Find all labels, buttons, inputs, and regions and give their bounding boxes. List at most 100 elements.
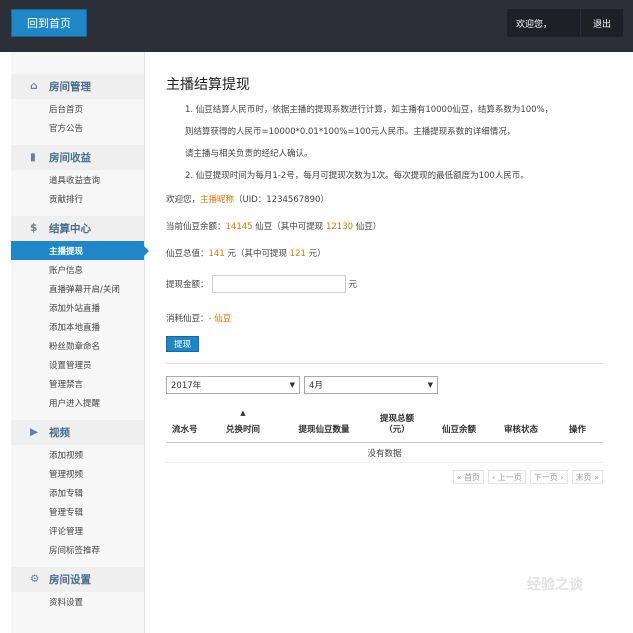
sidebar-item[interactable]: 账户信息 (11, 260, 144, 279)
sidebar-item[interactable]: 主播提现 (11, 241, 149, 260)
notes: 1. 仙豆结算人民币时，依据主播的提现系数进行计算，如主播有10000仙豆，结算… (185, 99, 606, 187)
balance-value: 14145 (225, 222, 253, 232)
home-icon: ⌂ (30, 79, 38, 92)
app-root: 回到首页 欢迎您， 退出 ⌂ 房间管理后台首页 官方公告 ▮ 房间收益道具收益查询 贡献排… (0, 0, 633, 633)
note-line: 2. 仙豆提现时间为每月1-2号，每月可提现次数为1次。每次提现的最低额度为10… (185, 171, 529, 181)
next-page-button[interactable]: 下一页 › (529, 470, 568, 484)
welcome-line: 欢迎您，主播昵称（UID：1234567890） (166, 187, 606, 214)
sidebar-section-title: 房间管理 (49, 81, 91, 93)
withdraw-table: 流水号 ▲ 兑换时间 提现仙豆数量 提现总额 （元） 仙豆余额 审核状态 操作 没… (166, 408, 603, 463)
sidebar-item[interactable]: 道具收益查询 (11, 170, 144, 189)
welcome-prefix: 欢迎您， (166, 195, 201, 205)
sidebar-item[interactable]: 管理视频 (11, 464, 144, 483)
video-icon: ▶ (30, 425, 39, 438)
consume-value: - 仙豆 (208, 314, 232, 324)
note-line: 请主播与相关负责的经纪人确认。 (185, 149, 313, 159)
sidebar-section-header[interactable]: ▮ 房间收益 (11, 145, 144, 170)
amount-label: 提现金额： (166, 280, 209, 290)
sidebar-section-title: 视频 (49, 427, 70, 439)
sidebar-item[interactable]: 管理专辑 (11, 502, 144, 521)
sidebar-item[interactable]: 设置管理员 (11, 355, 144, 374)
col-action[interactable]: 操作 (552, 408, 603, 443)
last-page-button[interactable]: 末页 » (571, 470, 603, 484)
gear-icon: ⚙ (30, 572, 40, 585)
sidebar-item[interactable]: 用户进入提醒 (11, 393, 144, 412)
col-serial[interactable]: 流水号 (166, 408, 204, 443)
note-line: 1. 仙豆结算人民币时，依据主播的提现系数进行计算，如主播有10000仙豆，结算… (185, 105, 554, 115)
pager: « 首页 ‹ 上一页 下一页 › 末页 » (166, 470, 603, 484)
sidebar-item[interactable]: 粉丝勋章命名 (11, 336, 144, 355)
bar-chart-icon: ▮ (30, 150, 36, 163)
sidebar-item[interactable]: 添加外站直播 (11, 298, 144, 317)
amount-input[interactable] (211, 275, 346, 293)
balance-line: 当前仙豆余额：14145 仙豆（其中可提现 12130 仙豆） (166, 214, 606, 241)
value-prefix: 仙豆总值： (166, 249, 209, 259)
money-icon: $ (30, 221, 38, 234)
amount-unit: 元 (348, 280, 358, 290)
sidebar-section-header[interactable]: ▶ 视频 (11, 420, 144, 445)
prev-page-button[interactable]: ‹ 上一页 (488, 470, 526, 484)
divider (166, 363, 603, 364)
sidebar-section-title: 房间收益 (49, 152, 91, 164)
year-select-value: 2017年 (171, 381, 202, 391)
value-mid: 元（其中可提现 (224, 249, 290, 259)
top-bar: 回到首页 欢迎您， 退出 (0, 0, 633, 52)
balance-suffix: 仙豆） (353, 222, 382, 232)
main-content: 主播结算提现 1. 仙豆结算人民币时，依据主播的提现系数进行计算，如主播有100… (166, 52, 606, 484)
col-time[interactable]: ▲ 兑换时间 (204, 408, 282, 443)
sidebar-item[interactable]: 后台首页 (11, 99, 144, 118)
sidebar-item[interactable]: 房间标签推荐 (11, 540, 144, 559)
value-line: 仙豆总值：141 元（其中可提现 121 元） (166, 241, 606, 268)
sidebar-item[interactable]: 官方公告 (11, 118, 144, 137)
month-select[interactable]: 4月 ▼ (304, 376, 438, 394)
sidebar-item[interactable]: 管理禁言 (11, 374, 144, 393)
sidebar-item[interactable]: 贡献排行 (11, 189, 144, 208)
sidebar-item[interactable]: 评论管理 (11, 521, 144, 540)
consume-label: 消耗仙豆： (166, 314, 209, 324)
filter-selects: 2017年 ▼ 4月 ▼ (166, 376, 606, 394)
sidebar: ⌂ 房间管理后台首页 官方公告 ▮ 房间收益道具收益查询 贡献排行 $ 结算中心主播提现 账户信… (11, 52, 149, 633)
total-value: 141 (208, 249, 225, 259)
first-page-button[interactable]: « 首页 (452, 470, 485, 484)
balance-mid: 仙豆（其中可提现 (252, 222, 326, 232)
withdraw-button[interactable]: 提现 (166, 336, 200, 352)
year-select[interactable]: 2017年 ▼ (166, 376, 300, 394)
logout-button[interactable]: 退出 (581, 9, 623, 37)
month-select-value: 4月 (309, 381, 323, 391)
sidebar-section-header[interactable]: ⚙ 房间设置 (11, 567, 144, 592)
sort-up-icon: ▲ (240, 409, 246, 417)
sidebar-section-header[interactable]: $ 结算中心 (11, 216, 144, 241)
sidebar-section-title: 房间设置 (49, 574, 91, 586)
welcome-text: 欢迎您， (507, 9, 580, 37)
col-balance[interactable]: 仙豆余额 (428, 408, 490, 443)
table-row: 没有数据 (166, 442, 603, 463)
sidebar-item[interactable]: 添加视频 (11, 445, 144, 464)
sidebar-section-header[interactable]: ⌂ 房间管理 (11, 74, 144, 99)
col-amount[interactable]: 提现仙豆数量 (282, 408, 366, 443)
home-button[interactable]: 回到首页 (11, 9, 87, 37)
sidebar-section-title: 结算中心 (49, 223, 91, 235)
sidebar-item[interactable]: 添加专辑 (11, 483, 144, 502)
balance-withdrawable: 12130 (325, 222, 354, 232)
col-status[interactable]: 审核状态 (490, 408, 552, 443)
chevron-down-icon: ▼ (289, 381, 295, 389)
uid-text: （UID：1234567890） (234, 195, 329, 205)
amount-row: 提现金额： 元 (166, 273, 606, 295)
sidebar-item[interactable]: 资料设置 (11, 592, 144, 611)
sidebar-item[interactable]: 直播弹幕开启/关闭 (11, 279, 144, 298)
empty-cell: 没有数据 (166, 442, 603, 463)
value-suffix: 元） (305, 249, 326, 259)
value-withdrawable: 121 (289, 249, 306, 259)
col-time-label: 兑换时间 (225, 425, 260, 435)
sidebar-item[interactable]: 添加本地直播 (11, 317, 144, 336)
balance-prefix: 当前仙豆余额： (166, 222, 226, 232)
col-total[interactable]: 提现总额 （元） (366, 408, 428, 443)
consume-line: 消耗仙豆：- 仙豆 (166, 306, 606, 332)
page-title: 主播结算提现 (166, 77, 250, 93)
chevron-down-icon: ▼ (427, 381, 433, 389)
